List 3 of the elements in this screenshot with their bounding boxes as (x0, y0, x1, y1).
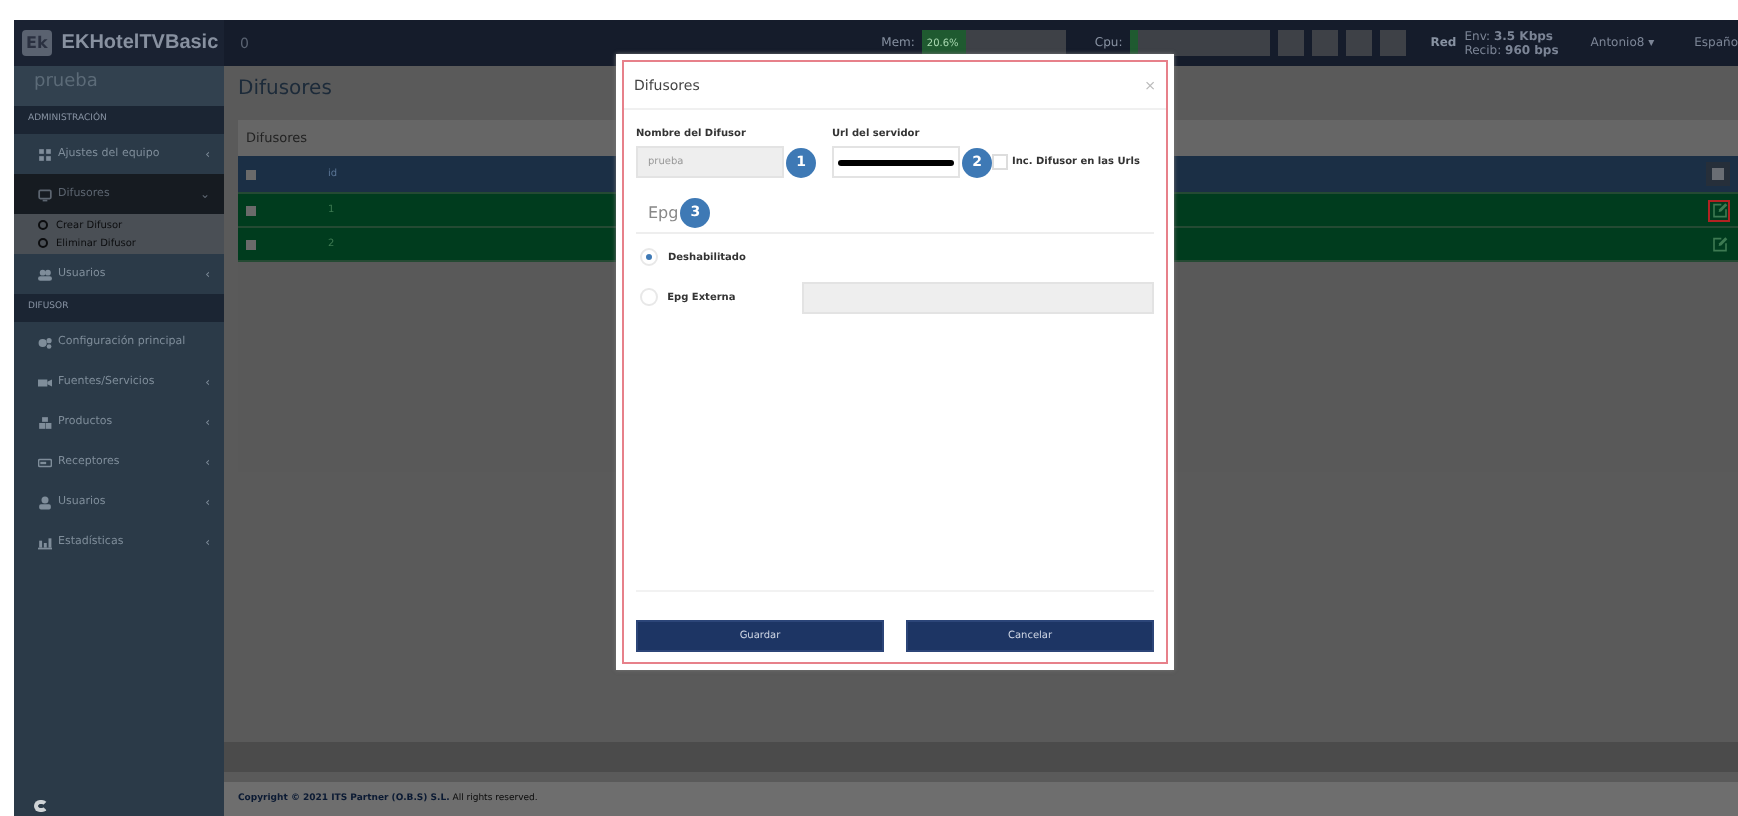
brand-name: EKHotelTVBasic (61, 32, 219, 54)
section-title: Epg (648, 203, 679, 221)
page-title: Difusores (236, 76, 334, 104)
